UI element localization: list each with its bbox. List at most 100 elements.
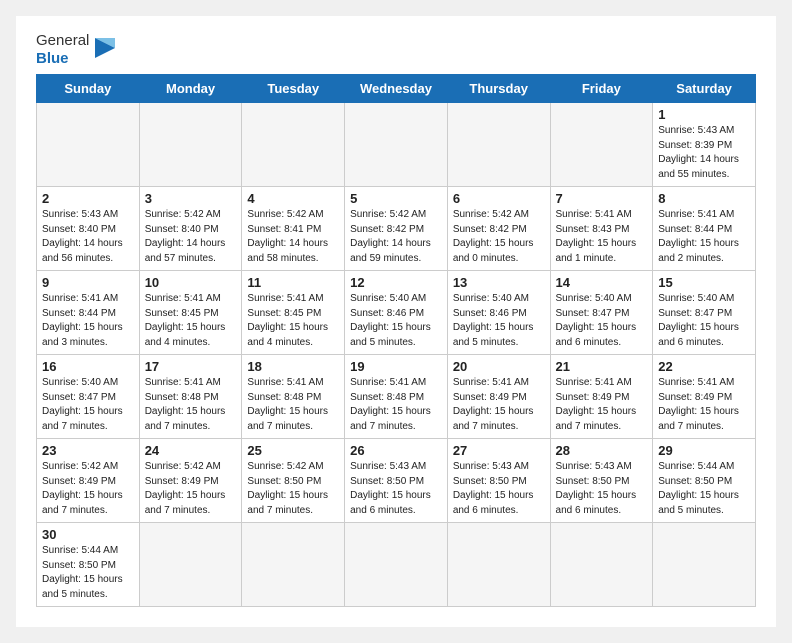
day-info: Sunrise: 5:43 AM Sunset: 8:50 PM Dayligh… (556, 460, 648, 518)
day-info: Sunrise: 5:43 AM Sunset: 8:50 PM Dayligh… (350, 460, 442, 518)
day-info: Sunrise: 5:42 AM Sunset: 8:40 PM Dayligh… (145, 208, 237, 266)
week-row-0: 1 Sunrise: 5:43 AM Sunset: 8:39 PM Daylig… (37, 103, 756, 187)
calendar-cell: 12 Sunrise: 5:40 AM Sunset: 8:46 PM Dayli… (345, 271, 448, 355)
logo-mark: General Blue (36, 32, 119, 68)
day-number: 30 (42, 527, 134, 542)
day-number: 12 (350, 275, 442, 290)
calendar-cell: 26 Sunrise: 5:43 AM Sunset: 8:50 PM Dayli… (345, 439, 448, 523)
day-info: Sunrise: 5:42 AM Sunset: 8:42 PM Dayligh… (453, 208, 545, 266)
day-number: 26 (350, 443, 442, 458)
calendar-table: SundayMondayTuesdayWednesdayThursdayFrid… (36, 74, 756, 607)
day-number: 22 (658, 359, 750, 374)
day-info: Sunrise: 5:43 AM Sunset: 8:39 PM Dayligh… (658, 124, 750, 182)
day-info: Sunrise: 5:42 AM Sunset: 8:50 PM Dayligh… (247, 460, 339, 518)
logo-text: General Blue (36, 32, 89, 68)
week-row-5: 30 Sunrise: 5:44 AM Sunset: 8:50 PM Dayli… (37, 523, 756, 607)
calendar-cell (37, 103, 140, 187)
week-row-1: 2 Sunrise: 5:43 AM Sunset: 8:40 PM Daylig… (37, 187, 756, 271)
calendar-cell: 7 Sunrise: 5:41 AM Sunset: 8:43 PM Daylig… (550, 187, 653, 271)
day-number: 27 (453, 443, 545, 458)
day-number: 29 (658, 443, 750, 458)
day-header-wednesday: Wednesday (345, 75, 448, 103)
day-info: Sunrise: 5:41 AM Sunset: 8:45 PM Dayligh… (145, 292, 237, 350)
day-info: Sunrise: 5:41 AM Sunset: 8:49 PM Dayligh… (556, 376, 648, 434)
day-number: 8 (658, 191, 750, 206)
calendar-cell (345, 103, 448, 187)
calendar-cell (550, 523, 653, 607)
calendar-body: 1 Sunrise: 5:43 AM Sunset: 8:39 PM Daylig… (37, 103, 756, 607)
calendar-cell: 9 Sunrise: 5:41 AM Sunset: 8:44 PM Daylig… (37, 271, 140, 355)
day-number: 7 (556, 191, 648, 206)
day-info: Sunrise: 5:40 AM Sunset: 8:47 PM Dayligh… (556, 292, 648, 350)
calendar-cell: 23 Sunrise: 5:42 AM Sunset: 8:49 PM Dayli… (37, 439, 140, 523)
header: General Blue (36, 32, 756, 68)
day-number: 21 (556, 359, 648, 374)
calendar-cell: 29Sunrise: 5:44 AM Sunset: 8:50 PM Dayli… (653, 439, 756, 523)
calendar-cell (447, 103, 550, 187)
calendar-cell: 3Sunrise: 5:42 AM Sunset: 8:40 PM Daylig… (139, 187, 242, 271)
day-header-tuesday: Tuesday (242, 75, 345, 103)
day-info: Sunrise: 5:41 AM Sunset: 8:44 PM Dayligh… (42, 292, 134, 350)
day-info: Sunrise: 5:43 AM Sunset: 8:40 PM Dayligh… (42, 208, 134, 266)
day-info: Sunrise: 5:41 AM Sunset: 8:44 PM Dayligh… (658, 208, 750, 266)
day-number: 11 (247, 275, 339, 290)
calendar-cell (447, 523, 550, 607)
day-number: 16 (42, 359, 134, 374)
day-number: 24 (145, 443, 237, 458)
day-number: 14 (556, 275, 648, 290)
day-info: Sunrise: 5:42 AM Sunset: 8:49 PM Dayligh… (42, 460, 134, 518)
day-info: Sunrise: 5:42 AM Sunset: 8:49 PM Dayligh… (145, 460, 237, 518)
day-header-saturday: Saturday (653, 75, 756, 103)
day-number: 1 (658, 107, 750, 122)
day-number: 9 (42, 275, 134, 290)
calendar-cell (242, 103, 345, 187)
day-info: Sunrise: 5:44 AM Sunset: 8:50 PM Dayligh… (42, 544, 134, 602)
day-number: 2 (42, 191, 134, 206)
calendar-cell: 2 Sunrise: 5:43 AM Sunset: 8:40 PM Daylig… (37, 187, 140, 271)
calendar-cell: 25Sunrise: 5:42 AM Sunset: 8:50 PM Dayli… (242, 439, 345, 523)
calendar-cell: 19Sunrise: 5:41 AM Sunset: 8:48 PM Dayli… (345, 355, 448, 439)
day-info: Sunrise: 5:42 AM Sunset: 8:41 PM Dayligh… (247, 208, 339, 266)
calendar-cell: 11 Sunrise: 5:41 AM Sunset: 8:45 PM Dayli… (242, 271, 345, 355)
logo: General Blue (36, 32, 119, 68)
day-number: 28 (556, 443, 648, 458)
calendar-cell: 13 Sunrise: 5:40 AM Sunset: 8:46 PM Dayli… (447, 271, 550, 355)
calendar-cell: 4 Sunrise: 5:42 AM Sunset: 8:41 PM Daylig… (242, 187, 345, 271)
calendar-cell: 6Sunrise: 5:42 AM Sunset: 8:42 PM Daylig… (447, 187, 550, 271)
day-number: 19 (350, 359, 442, 374)
calendar-cell: 15Sunrise: 5:40 AM Sunset: 8:47 PM Dayli… (653, 271, 756, 355)
calendar-cell (242, 523, 345, 607)
day-number: 17 (145, 359, 237, 374)
day-info: Sunrise: 5:40 AM Sunset: 8:47 PM Dayligh… (658, 292, 750, 350)
day-info: Sunrise: 5:41 AM Sunset: 8:45 PM Dayligh… (247, 292, 339, 350)
calendar-cell: 20Sunrise: 5:41 AM Sunset: 8:49 PM Dayli… (447, 355, 550, 439)
calendar-cell (139, 523, 242, 607)
day-number: 4 (247, 191, 339, 206)
logo-triangle-icon (91, 34, 119, 67)
day-number: 23 (42, 443, 134, 458)
calendar-cell (653, 523, 756, 607)
calendar-cell: 14 Sunrise: 5:40 AM Sunset: 8:47 PM Dayli… (550, 271, 653, 355)
day-info: Sunrise: 5:41 AM Sunset: 8:48 PM Dayligh… (145, 376, 237, 434)
day-info: Sunrise: 5:40 AM Sunset: 8:46 PM Dayligh… (350, 292, 442, 350)
calendar-cell: 24 Sunrise: 5:42 AM Sunset: 8:49 PM Dayli… (139, 439, 242, 523)
calendar-cell: 28 Sunrise: 5:43 AM Sunset: 8:50 PM Dayli… (550, 439, 653, 523)
day-info: Sunrise: 5:41 AM Sunset: 8:49 PM Dayligh… (658, 376, 750, 434)
day-info: Sunrise: 5:41 AM Sunset: 8:49 PM Dayligh… (453, 376, 545, 434)
calendar-cell: 18Sunrise: 5:41 AM Sunset: 8:48 PM Dayli… (242, 355, 345, 439)
week-row-2: 9 Sunrise: 5:41 AM Sunset: 8:44 PM Daylig… (37, 271, 756, 355)
calendar-cell: 17 Sunrise: 5:41 AM Sunset: 8:48 PM Dayli… (139, 355, 242, 439)
calendar-cell (550, 103, 653, 187)
day-info: Sunrise: 5:41 AM Sunset: 8:43 PM Dayligh… (556, 208, 648, 266)
calendar-cell: 5 Sunrise: 5:42 AM Sunset: 8:42 PM Daylig… (345, 187, 448, 271)
day-number: 5 (350, 191, 442, 206)
calendar-header: SundayMondayTuesdayWednesdayThursdayFrid… (37, 75, 756, 103)
calendar-cell: 16Sunrise: 5:40 AM Sunset: 8:47 PM Dayli… (37, 355, 140, 439)
week-row-4: 23 Sunrise: 5:42 AM Sunset: 8:49 PM Dayli… (37, 439, 756, 523)
day-number: 13 (453, 275, 545, 290)
day-info: Sunrise: 5:42 AM Sunset: 8:42 PM Dayligh… (350, 208, 442, 266)
calendar-cell: 1 Sunrise: 5:43 AM Sunset: 8:39 PM Daylig… (653, 103, 756, 187)
calendar-cell: 22 Sunrise: 5:41 AM Sunset: 8:49 PM Dayli… (653, 355, 756, 439)
header-row: SundayMondayTuesdayWednesdayThursdayFrid… (37, 75, 756, 103)
day-info: Sunrise: 5:40 AM Sunset: 8:46 PM Dayligh… (453, 292, 545, 350)
